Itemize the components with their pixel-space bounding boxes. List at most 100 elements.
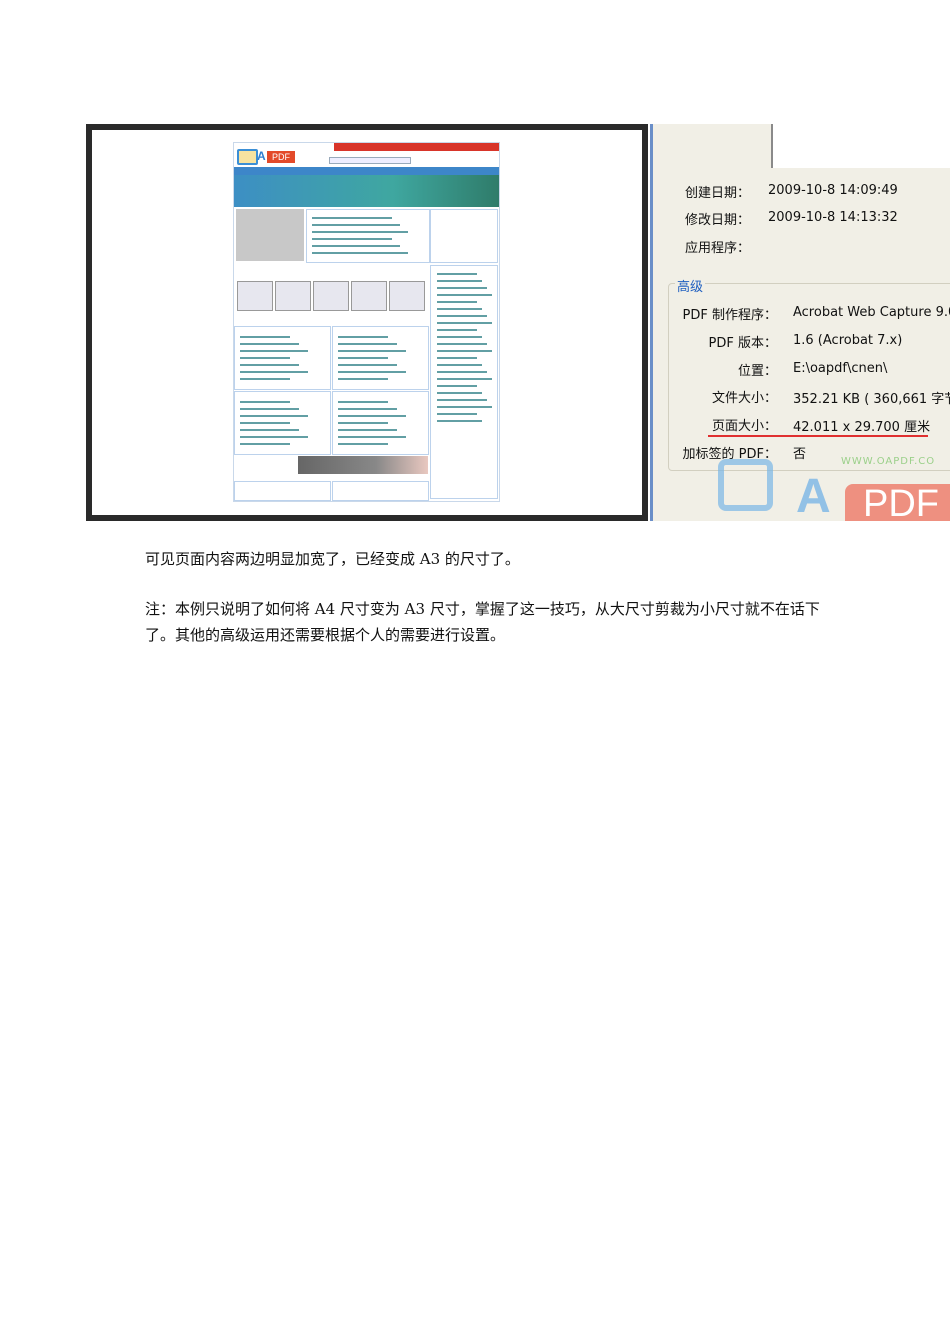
thumb-link-line xyxy=(240,401,290,403)
app-label: 应用程序： xyxy=(685,241,751,256)
thumb-section-box xyxy=(332,481,429,501)
pdf-properties-panel: 创建日期： 2009-10-8 14:09:49 修改日期： 2009-10-8… xyxy=(650,124,950,524)
thumb-link-line xyxy=(312,217,392,219)
thumb-screenshot xyxy=(351,281,387,311)
thumb-link-line xyxy=(437,280,482,282)
thumb-link-line xyxy=(338,415,406,417)
thumb-link-line xyxy=(437,315,487,317)
location-label: 位置： xyxy=(737,364,777,379)
thumb-link-line xyxy=(437,336,482,338)
filesize-value: 352.21 KB ( 360,661 字节 xyxy=(793,392,950,407)
thumb-link-line xyxy=(240,357,290,359)
thumb-screenshot xyxy=(389,281,425,311)
location-value: E:\oapdf\cnen\ xyxy=(793,361,888,376)
thumb-link-line xyxy=(437,350,492,352)
thumb-image-placeholder xyxy=(236,209,304,261)
thumb-nav-bar xyxy=(234,167,499,175)
tagged-value: 否 xyxy=(793,447,807,462)
thumb-link-line xyxy=(437,294,492,296)
folder-logo-icon xyxy=(237,149,258,165)
thumb-side-box xyxy=(430,209,498,263)
thumb-link-line xyxy=(240,350,308,352)
thumb-screenshot xyxy=(275,281,311,311)
thumb-link-line xyxy=(312,231,408,233)
thumb-ad-banner xyxy=(298,456,428,474)
thumb-link-line xyxy=(240,436,308,438)
thumb-link-line xyxy=(338,436,406,438)
thumb-section-box xyxy=(234,481,331,501)
watermark-logo-a: A xyxy=(796,470,831,523)
red-underline xyxy=(708,435,928,437)
pagesize-value: 42.011 x 29.700 厘米 xyxy=(793,420,931,435)
producer-label: PDF 制作程序： xyxy=(682,308,777,323)
thumb-link-line xyxy=(338,378,388,380)
modified-value: 2009-10-8 14:13:32 xyxy=(768,210,898,225)
thumb-link-line xyxy=(437,301,477,303)
thumb-link-line xyxy=(437,420,482,422)
advanced-legend: 高级 xyxy=(675,276,706,295)
thumb-link-line xyxy=(240,371,308,373)
thumb-link-line xyxy=(240,422,290,424)
thumb-link-line xyxy=(338,364,397,366)
watermark-folder-icon xyxy=(718,459,773,511)
thumb-link-line xyxy=(240,364,299,366)
thumb-search-box xyxy=(329,157,411,164)
page-preview-screenshot: A PDF xyxy=(86,124,648,521)
thumb-link-line xyxy=(312,238,392,240)
thumb-link-line xyxy=(437,413,477,415)
thumb-link-line xyxy=(338,401,388,403)
thumb-link-line xyxy=(240,408,299,410)
thumb-link-line xyxy=(437,378,492,380)
thumb-logo-a: A xyxy=(257,149,266,163)
created-label: 创建日期： xyxy=(685,186,751,201)
thumb-link-line xyxy=(338,429,397,431)
thumb-screenshot xyxy=(237,281,273,311)
thumb-link-line xyxy=(437,329,477,331)
panel-white-area xyxy=(771,124,950,168)
document-page: A PDF 创建日期： 2009-10-8 14:09:49 修改日期： 200… xyxy=(0,0,950,1344)
modified-label: 修改日期： xyxy=(685,213,751,228)
watermark-url: WWW.OAPDF.CO xyxy=(841,456,936,467)
thumb-link-line xyxy=(338,350,406,352)
thumb-link-line xyxy=(240,443,290,445)
thumb-link-line xyxy=(338,371,406,373)
thumb-link-line xyxy=(437,322,492,324)
thumb-banner xyxy=(234,175,499,207)
created-value: 2009-10-8 14:09:49 xyxy=(768,183,898,198)
pagesize-label: 页面大小： xyxy=(711,419,777,434)
thumb-link-line xyxy=(437,392,482,394)
thumb-link-line xyxy=(437,406,492,408)
thumb-logo-pdf: PDF xyxy=(267,151,295,163)
thumb-link-line xyxy=(437,364,482,366)
producer-value: Acrobat Web Capture 9.0 xyxy=(793,305,950,320)
thumb-link-line xyxy=(437,385,477,387)
thumb-link-line xyxy=(312,252,408,254)
thumb-link-line xyxy=(437,308,482,310)
watermark-logo-pdf: PDF xyxy=(845,484,950,524)
thumb-link-line xyxy=(437,343,487,345)
thumb-link-line xyxy=(338,343,397,345)
thumb-link-line xyxy=(437,273,477,275)
version-value: 1.6 (Acrobat 7.x) xyxy=(793,333,903,348)
paragraph-2: 注：本例只说明了如何将 A4 尺寸变为 A3 尺寸，掌握了这一技巧，从大尺寸剪裁… xyxy=(145,600,820,644)
thumb-link-line xyxy=(437,399,487,401)
filesize-label: 文件大小： xyxy=(711,391,777,406)
version-label: PDF 版本： xyxy=(708,336,777,351)
thumb-link-line xyxy=(312,245,400,247)
thumb-link-line xyxy=(338,443,388,445)
thumb-link-line xyxy=(240,415,308,417)
thumb-link-line xyxy=(240,336,290,338)
thumb-link-line xyxy=(338,336,388,338)
thumb-link-line xyxy=(338,422,388,424)
webpage-thumbnail: A PDF xyxy=(233,142,500,502)
thumb-link-line xyxy=(312,224,400,226)
thumb-link-line xyxy=(240,378,290,380)
thumb-link-line xyxy=(437,357,477,359)
thumb-screenshot xyxy=(313,281,349,311)
thumb-link-line xyxy=(437,287,487,289)
thumb-link-line xyxy=(240,429,299,431)
thumb-link-line xyxy=(338,357,388,359)
thumb-link-line xyxy=(338,408,397,410)
paragraph-1: 可见页面内容两边明显加宽了，已经变成 A3 的尺寸了。 xyxy=(145,550,520,568)
thumb-red-bar xyxy=(334,143,499,151)
